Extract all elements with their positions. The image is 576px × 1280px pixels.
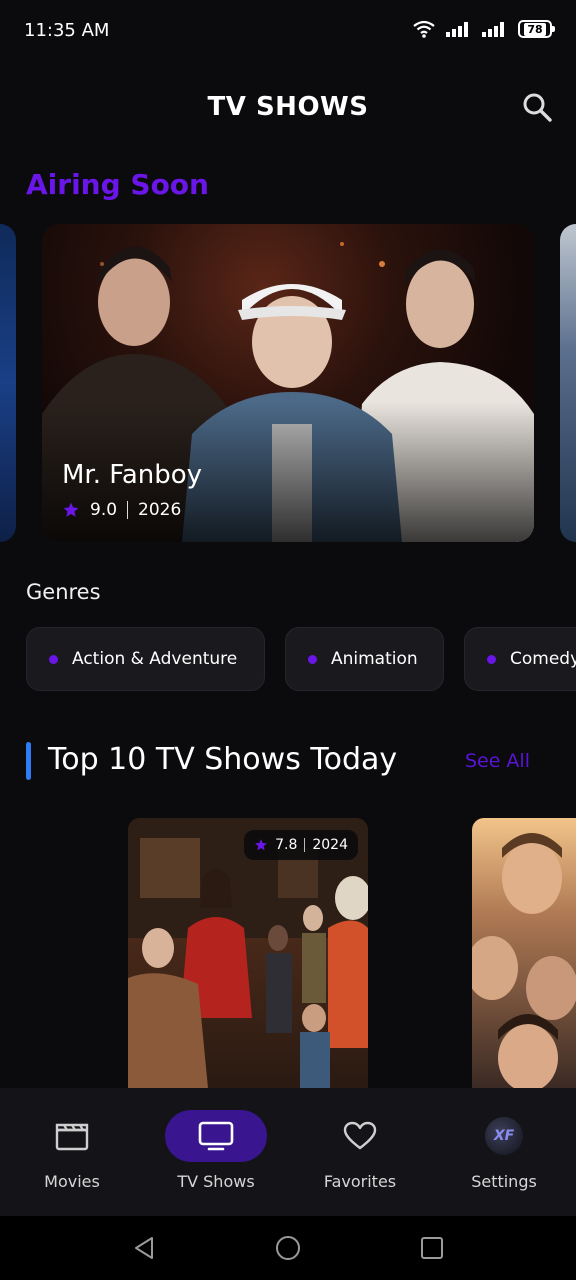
battery-level: 78 — [524, 22, 546, 36]
nav-label: Movies — [44, 1172, 100, 1191]
home-icon[interactable] — [274, 1234, 302, 1262]
top10-poster-card[interactable]: 7.8 2024 — [128, 818, 368, 1088]
wifi-icon — [413, 20, 435, 38]
genre-chip-label: Comedy — [510, 649, 576, 669]
battery-icon: 78 — [518, 20, 555, 38]
carousel-prev-card[interactable] — [0, 224, 16, 542]
system-nav-bar — [0, 1216, 576, 1280]
divider — [304, 838, 306, 852]
top10-poster-image-next — [472, 833, 576, 1088]
nav-item-favorites[interactable]: Favorites — [288, 1088, 432, 1216]
featured-show-meta: 9.0 2026 — [62, 500, 181, 520]
status-time: 11:35 AM — [24, 20, 110, 41]
bottom-nav: Movies TV Shows Favorites XF Settings — [0, 1088, 576, 1216]
nav-item-tv-shows[interactable]: TV Shows — [144, 1088, 288, 1216]
top10-title: Top 10 TV Shows Today — [48, 742, 398, 777]
featured-show-year: 2026 — [138, 500, 182, 520]
genre-dot — [308, 654, 317, 664]
status-icons: 78 — [412, 20, 555, 38]
genres-title: Genres — [26, 580, 101, 604]
see-all-link[interactable]: See All — [465, 750, 530, 772]
featured-show-title: Mr. Fanboy — [62, 460, 203, 490]
genre-chip-comedy[interactable]: Comedy — [464, 627, 576, 691]
nav-item-settings[interactable]: XF Settings — [432, 1088, 576, 1216]
poster-rating: 7.8 — [275, 837, 298, 853]
top10-poster-card-next[interactable] — [472, 818, 576, 1088]
page-title: TV SHOWS — [207, 92, 369, 122]
poster-year: 2024 — [312, 837, 348, 853]
airing-soon-title: Airing Soon — [26, 168, 209, 201]
divider — [127, 501, 129, 519]
nav-icon-container-active — [165, 1110, 267, 1162]
clapperboard-icon — [55, 1123, 89, 1151]
genre-chip-action-adventure[interactable]: Action & Adventure — [26, 627, 265, 691]
nav-icon-container: XF — [453, 1110, 555, 1162]
section-accent-bar — [26, 742, 31, 780]
genre-chip-label: Action & Adventure — [72, 649, 238, 669]
signal-icon — [446, 22, 468, 37]
genre-chip-label: Animation — [331, 649, 418, 669]
star-icon — [255, 839, 267, 851]
back-icon[interactable] — [130, 1234, 158, 1262]
status-bar: 11:35 AM 78 — [0, 0, 576, 64]
tv-icon — [198, 1121, 234, 1151]
nav-icon-container — [309, 1110, 411, 1162]
star-icon — [63, 502, 79, 517]
nav-icon-container — [21, 1110, 123, 1162]
nav-item-movies[interactable]: Movies — [0, 1088, 144, 1216]
signal-icon-2 — [482, 22, 504, 37]
genre-chip-animation[interactable]: Animation — [285, 627, 444, 691]
heart-icon — [343, 1121, 377, 1150]
recents-icon[interactable] — [418, 1234, 446, 1262]
genre-dot — [487, 654, 496, 664]
search-icon[interactable] — [522, 92, 552, 122]
rating-badge: 7.8 2024 — [244, 830, 358, 860]
carousel-next-card[interactable] — [560, 224, 576, 542]
nav-label: TV Shows — [177, 1172, 255, 1191]
featured-show-rating: 9.0 — [90, 500, 118, 520]
xf-logo-icon: XF — [485, 1117, 523, 1155]
nav-label: Settings — [471, 1172, 537, 1191]
featured-show-card[interactable]: Mr. Fanboy 9.0 2026 — [42, 224, 534, 542]
genre-dot — [49, 654, 58, 664]
nav-label: Favorites — [323, 1172, 397, 1191]
